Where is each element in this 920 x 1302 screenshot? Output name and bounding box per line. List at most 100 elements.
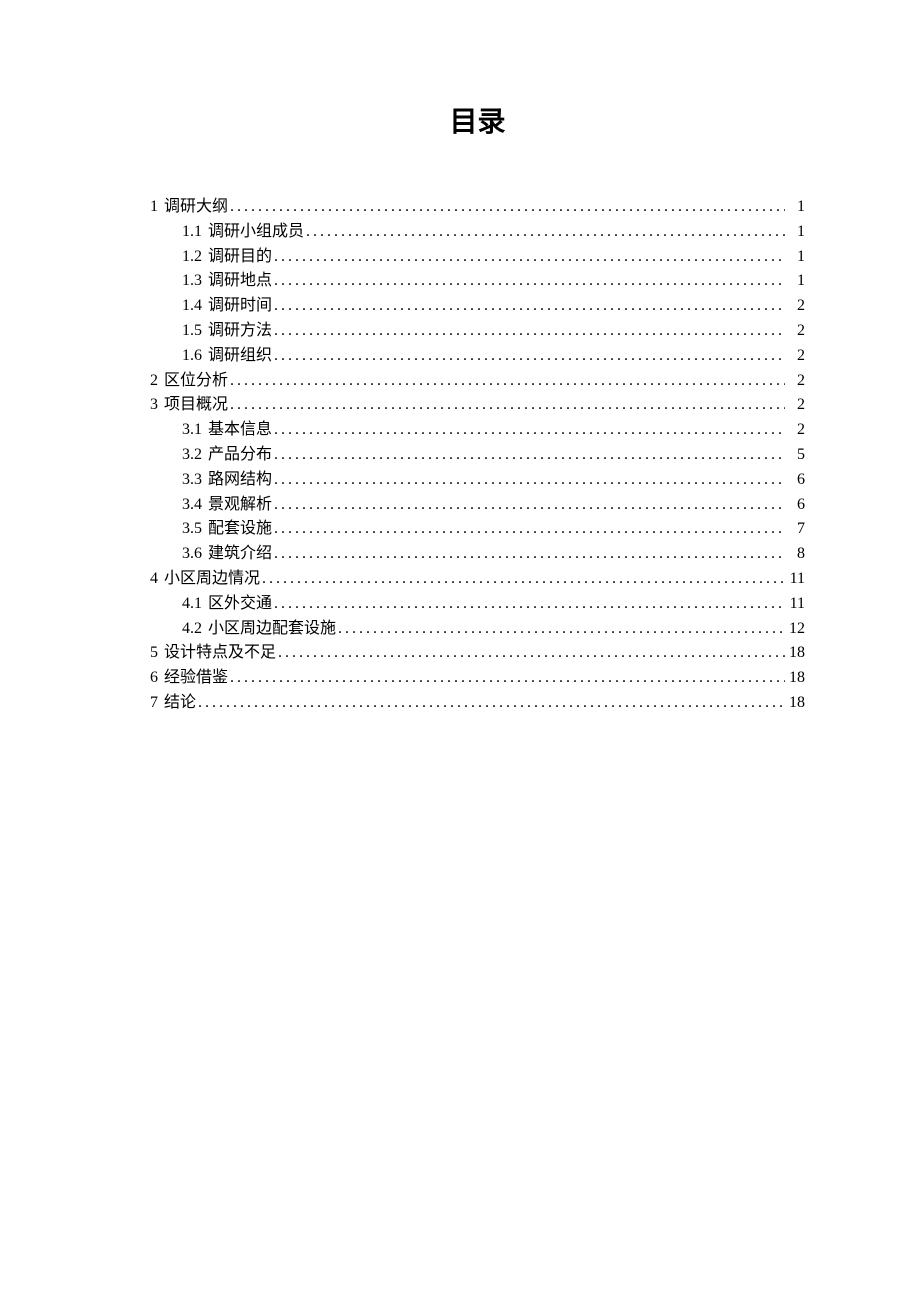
toc-leader-dots xyxy=(338,617,785,642)
toc-entry-title: 区位分析 xyxy=(164,369,228,394)
toc-entry-page: 2 xyxy=(787,319,805,344)
toc-entry[interactable]: 4小区周边情况 11 xyxy=(150,567,805,592)
toc-leader-dots xyxy=(230,195,785,220)
toc-leader-dots xyxy=(274,443,785,468)
toc-entry[interactable]: 3项目概况 2 xyxy=(150,393,805,418)
toc-entry-title: 设计特点及不足 xyxy=(164,641,276,666)
toc-entry[interactable]: 6经验借鉴18 xyxy=(150,666,805,691)
toc-entry-title: 景观解析 xyxy=(208,493,272,518)
toc-leader-dots xyxy=(274,319,785,344)
toc-entry-title: 产品分布 xyxy=(208,443,272,468)
toc-entry[interactable]: 3.5 配套设施 7 xyxy=(150,517,805,542)
toc-entry-number: 5 xyxy=(150,641,158,666)
toc-entry-title: 基本信息 xyxy=(208,418,272,443)
toc-entry-page: 18 xyxy=(787,641,805,666)
toc-entry-page: 2 xyxy=(787,393,805,418)
toc-entry-page: 12 xyxy=(787,617,805,642)
toc-entry-page: 2 xyxy=(787,344,805,369)
toc-entry-title: 路网结构 xyxy=(208,468,272,493)
toc-entry-page: 18 xyxy=(787,691,805,716)
toc-entry-page: 2 xyxy=(787,294,805,319)
toc-entry[interactable]: 4.1 区外交通 11 xyxy=(150,592,805,617)
toc-leader-dots xyxy=(274,517,785,542)
toc-entry[interactable]: 1.5 调研方法 2 xyxy=(150,319,805,344)
toc-entry-page: 2 xyxy=(787,418,805,443)
toc-entry[interactable]: 5设计特点及不足 18 xyxy=(150,641,805,666)
toc-entry[interactable]: 4.2 小区周边配套设施 12 xyxy=(150,617,805,642)
toc-entry[interactable]: 3.1 基本信息 2 xyxy=(150,418,805,443)
toc-entry-title: 调研地点 xyxy=(208,269,272,294)
toc-leader-dots xyxy=(198,691,785,716)
toc-entry-page: 7 xyxy=(787,517,805,542)
toc-entry-number: 1.1 xyxy=(182,220,202,245)
toc-entry-number: 1.6 xyxy=(182,344,202,369)
toc-entry-title: 调研时间 xyxy=(208,294,272,319)
toc-leader-dots xyxy=(274,418,785,443)
toc-entry-page: 6 xyxy=(787,493,805,518)
toc-leader-dots xyxy=(274,269,785,294)
toc-entry[interactable]: 2区位分析2 xyxy=(150,369,805,394)
toc-entry-title: 小区周边情况 xyxy=(164,567,260,592)
toc-entry-number: 4.2 xyxy=(182,617,202,642)
toc-entry[interactable]: 3.2产品分布5 xyxy=(150,443,805,468)
toc-entry[interactable]: 1.3 调研地点 1 xyxy=(150,269,805,294)
toc-entry-title: 调研大纲 xyxy=(164,195,228,220)
toc-entry-page: 2 xyxy=(787,369,805,394)
toc-entry-page: 1 xyxy=(787,245,805,270)
toc-entry-page: 11 xyxy=(787,592,805,617)
toc-entry-title: 小区周边配套设施 xyxy=(208,617,336,642)
toc-entry[interactable]: 1.2 调研目的 1 xyxy=(150,245,805,270)
toc-entry-page: 8 xyxy=(787,542,805,567)
toc-entry-number: 3.3 xyxy=(182,468,202,493)
toc-entry-number: 3.4 xyxy=(182,493,202,518)
toc-entry-title: 区外交通 xyxy=(208,592,272,617)
toc-entry-number: 3.1 xyxy=(182,418,202,443)
toc-leader-dots xyxy=(274,294,785,319)
toc-leader-dots xyxy=(274,493,785,518)
toc-entry-number: 3.6 xyxy=(182,542,202,567)
toc-entry-title: 项目概况 xyxy=(164,393,228,418)
toc-entry-title: 建筑介绍 xyxy=(208,542,272,567)
toc-list: 1调研大纲11.1 调研小组成员 1 1.2 调研目的 1 1.3 调研地点 1 1.4 调研时间 2… xyxy=(150,195,805,716)
toc-entry-title: 调研方法 xyxy=(208,319,272,344)
toc-entry-number: 1.2 xyxy=(182,245,202,270)
toc-leader-dots xyxy=(306,220,785,245)
toc-entry-number: 4 xyxy=(150,567,158,592)
toc-entry[interactable]: 1.1调研小组成员1 xyxy=(150,220,805,245)
toc-entry-page: 5 xyxy=(787,443,805,468)
toc-entry-number: 3 xyxy=(150,393,158,418)
toc-leader-dots xyxy=(274,542,785,567)
toc-entry[interactable]: 7结论 18 xyxy=(150,691,805,716)
toc-entry[interactable]: 3.6 建筑介绍 8 xyxy=(150,542,805,567)
toc-entry-page: 11 xyxy=(787,567,805,592)
toc-entry-number: 1.5 xyxy=(182,319,202,344)
toc-entry-number: 4.1 xyxy=(182,592,202,617)
toc-entry-title: 调研小组成员 xyxy=(208,220,304,245)
toc-entry[interactable]: 1.4 调研时间 2 xyxy=(150,294,805,319)
toc-leader-dots xyxy=(262,567,785,592)
toc-entry-number: 7 xyxy=(150,691,158,716)
toc-entry-page: 1 xyxy=(787,269,805,294)
toc-leader-dots xyxy=(230,666,785,691)
toc-entry-title: 调研目的 xyxy=(208,245,272,270)
toc-title: 目录 xyxy=(150,100,805,140)
toc-entry-number: 2 xyxy=(150,369,158,394)
toc-entry[interactable]: 3.4 景观解析 6 xyxy=(150,493,805,518)
toc-entry-title: 配套设施 xyxy=(208,517,272,542)
toc-entry-title: 调研组织 xyxy=(208,344,272,369)
toc-leader-dots xyxy=(274,592,785,617)
toc-entry-number: 1.4 xyxy=(182,294,202,319)
toc-leader-dots xyxy=(230,369,785,394)
toc-entry[interactable]: 3.3 路网结构 6 xyxy=(150,468,805,493)
toc-entry-page: 18 xyxy=(787,666,805,691)
toc-entry[interactable]: 1.6 调研组织 2 xyxy=(150,344,805,369)
toc-entry-title: 经验借鉴 xyxy=(164,666,228,691)
toc-entry-page: 6 xyxy=(787,468,805,493)
toc-entry-number: 1.3 xyxy=(182,269,202,294)
toc-entry-page: 1 xyxy=(787,195,805,220)
toc-leader-dots xyxy=(274,245,785,270)
toc-entry-number: 1 xyxy=(150,195,158,220)
toc-entry-number: 3.5 xyxy=(182,517,202,542)
toc-entry-title: 结论 xyxy=(164,691,196,716)
toc-entry[interactable]: 1调研大纲1 xyxy=(150,195,805,220)
